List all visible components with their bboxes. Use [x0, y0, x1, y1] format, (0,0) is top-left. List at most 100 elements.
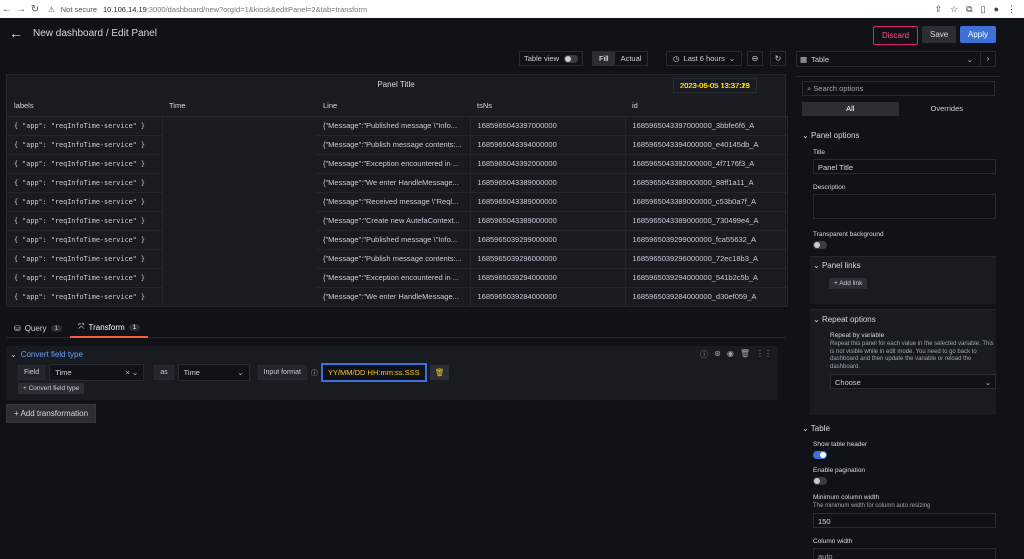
- repeat-variable-select[interactable]: Choose ⌄: [830, 374, 996, 389]
- star-icon[interactable]: ☆: [950, 4, 958, 15]
- column-width-input[interactable]: auto: [813, 548, 996, 559]
- table-cell: {"Message":"Received message \"Reql...: [316, 192, 471, 212]
- chevron-right-icon[interactable]: ›: [980, 51, 996, 67]
- search-input[interactable]: ⌕ Search options: [802, 81, 995, 96]
- table-cell: {"Message":"Exception encountered in ...: [316, 154, 471, 174]
- column-header[interactable]: id: [625, 95, 787, 117]
- column-header[interactable]: tsNs: [470, 95, 625, 117]
- tab-query[interactable]: ⛁ Query 1: [6, 318, 70, 338]
- table-cell: { "app": "reqInfoTime-service" }: [7, 154, 163, 174]
- description-input[interactable]: [813, 194, 996, 219]
- info-icon[interactable]: ⓘ: [700, 349, 708, 360]
- transparent-label: Transparent background: [813, 231, 884, 238]
- table-view-toggle[interactable]: Table view: [519, 51, 584, 66]
- table-section-header[interactable]: ⌄ Table: [802, 424, 830, 433]
- title-input[interactable]: Panel Title: [813, 159, 996, 174]
- add-link-button[interactable]: + Add link: [829, 278, 868, 289]
- column-header[interactable]: Time: [162, 95, 316, 117]
- table-row: { "app": "reqInfoTime-service" } 2023-06-…: [7, 78, 788, 155]
- table-cell: 1685965043392000000: [470, 154, 626, 174]
- column-header[interactable]: labels: [7, 95, 162, 117]
- transformation-name: Convert field type: [20, 349, 83, 359]
- profile-icon[interactable]: ●: [994, 4, 999, 15]
- collapse-icon[interactable]: ⌄: [10, 350, 17, 359]
- eye-icon[interactable]: ◉: [727, 349, 734, 360]
- address-bar[interactable]: ⚠ Not secure 10.106.14.19:3000/dashboard…: [48, 5, 367, 14]
- table-row: { "app": "reqInfoTime-service" } 2023-06-…: [7, 78, 788, 288]
- drag-handle-icon[interactable]: ⋮⋮: [756, 349, 772, 360]
- table-cell: 1685965039284000000_d30ef059_A: [625, 287, 788, 307]
- title-label: Title: [813, 149, 826, 156]
- options-pane: ⌕ Search options All Overrides ⌄ Panel o…: [796, 76, 1000, 559]
- table-cell: {"Message":"Publish message contents:...: [316, 249, 471, 269]
- tab-transform[interactable]: ⤧ Transform 1: [70, 318, 149, 338]
- transformation-header[interactable]: ⌄ Convert field type ⓘ ⊛ ◉ 🗑 ⋮⋮: [6, 346, 778, 362]
- table-cell: 1685965043389000000: [470, 211, 626, 231]
- table-cell: { "app": "reqInfoTime-service" }: [7, 116, 163, 136]
- refresh-icon[interactable]: ↻: [770, 51, 786, 66]
- field-select[interactable]: Time × ⌄: [49, 364, 145, 381]
- clock-icon: ◷: [673, 54, 680, 63]
- convert-field-type-button[interactable]: + Convert field type: [18, 383, 85, 394]
- table-cell: {"Message":"Published message \"Info...: [316, 116, 471, 136]
- table-cell: { "app": "reqInfoTime-service" }: [7, 268, 163, 288]
- visualization-picker[interactable]: ▦ Table ⌄: [796, 51, 996, 67]
- fill-option[interactable]: Fill: [593, 52, 615, 65]
- table-cell: { "app": "reqInfoTime-service" }: [7, 249, 163, 269]
- reload-icon[interactable]: ↻: [28, 4, 42, 15]
- repeat-options-header[interactable]: ⌄ Repeat options: [813, 315, 876, 324]
- tab-all[interactable]: All: [802, 102, 899, 116]
- column-width-label: Column width: [813, 538, 853, 545]
- table-cell: { "app": "reqInfoTime-service" }: [7, 211, 163, 231]
- chevron-down-icon: ⌄: [237, 368, 244, 377]
- table-row: { "app": "reqInfoTime-service" } 2023-06-…: [7, 78, 788, 250]
- min-width-input[interactable]: 150: [813, 513, 996, 528]
- table-cell: {"Message":"Create new AutefaContext...: [316, 211, 471, 231]
- extensions-icon[interactable]: ⧉: [966, 4, 972, 15]
- url-text[interactable]: 10.106.14.19:3000/dashboard/new?orgId=1&…: [103, 5, 367, 14]
- security-label: Not secure: [60, 4, 98, 14]
- show-header-toggle[interactable]: [813, 451, 827, 459]
- table-cell: {"Message":"We enter HandleMessage...: [316, 287, 471, 307]
- apply-button[interactable]: Apply: [960, 26, 997, 43]
- save-button[interactable]: Save: [922, 26, 957, 43]
- fill-actual-switch[interactable]: Fill Actual: [592, 51, 649, 66]
- menu-icon[interactable]: ⋮: [1007, 4, 1016, 15]
- type-select[interactable]: Time ⌄: [177, 364, 250, 381]
- table-icon: ▦: [800, 54, 808, 64]
- share-icon[interactable]: ⇪: [935, 4, 943, 15]
- panel-preview: Panel Title labels Time Line tsNs id { "app"…: [6, 74, 788, 307]
- options-list: ⌄ Panel options Title Panel Title Descri…: [796, 125, 1000, 559]
- show-header-label: Show table header: [813, 441, 868, 448]
- back-arrow-icon[interactable]: ←: [0, 4, 14, 15]
- tab-overrides[interactable]: Overrides: [899, 102, 996, 116]
- debug-icon[interactable]: ⊛: [714, 349, 721, 360]
- pagination-toggle[interactable]: [813, 477, 827, 485]
- input-format-field[interactable]: YY/MM/DD HH:mm:ss.SSS: [321, 364, 426, 381]
- database-icon: ⛁: [14, 323, 21, 333]
- table-cell: 1685965043389000000_c53b0a7f_A: [625, 192, 788, 212]
- discard-button[interactable]: Discard: [873, 26, 919, 45]
- toggle-switch[interactable]: [564, 54, 579, 63]
- trash-icon[interactable]: 🗑: [740, 349, 750, 360]
- min-width-description: The minimum width for column auto resizi…: [813, 503, 931, 509]
- add-transformation-button[interactable]: + Add transformation: [6, 404, 97, 423]
- panel-links-header[interactable]: ⌄ Panel links: [813, 261, 861, 270]
- chevron-down-icon: ⌄: [966, 54, 973, 64]
- transform-count: 1: [128, 323, 141, 331]
- zoom-out-icon[interactable]: ⊖: [747, 51, 763, 66]
- forward-arrow-icon[interactable]: →: [14, 4, 28, 15]
- table-cell: 1685965043397000000: [470, 116, 626, 136]
- actual-option[interactable]: Actual: [615, 52, 648, 65]
- time-range-picker[interactable]: ◷ Last 6 hours ⌄: [666, 51, 743, 66]
- table-cell: {"Message":"We enter HandleMessage...: [316, 173, 471, 193]
- panel-options-header[interactable]: ⌄ Panel options: [802, 131, 859, 140]
- sidebar-icon[interactable]: ▯: [981, 4, 986, 15]
- delete-rule-icon[interactable]: 🗑: [429, 365, 450, 380]
- back-icon[interactable]: ←: [9, 25, 23, 41]
- description-label: Description: [813, 184, 846, 191]
- column-header[interactable]: Line: [316, 95, 470, 117]
- transparent-toggle[interactable]: [813, 241, 827, 249]
- table-cell: 1685965043397000000_3bbfe6f6_A: [625, 116, 788, 136]
- table-cell: 1685965043389000000_88ff1a11_A: [625, 173, 788, 193]
